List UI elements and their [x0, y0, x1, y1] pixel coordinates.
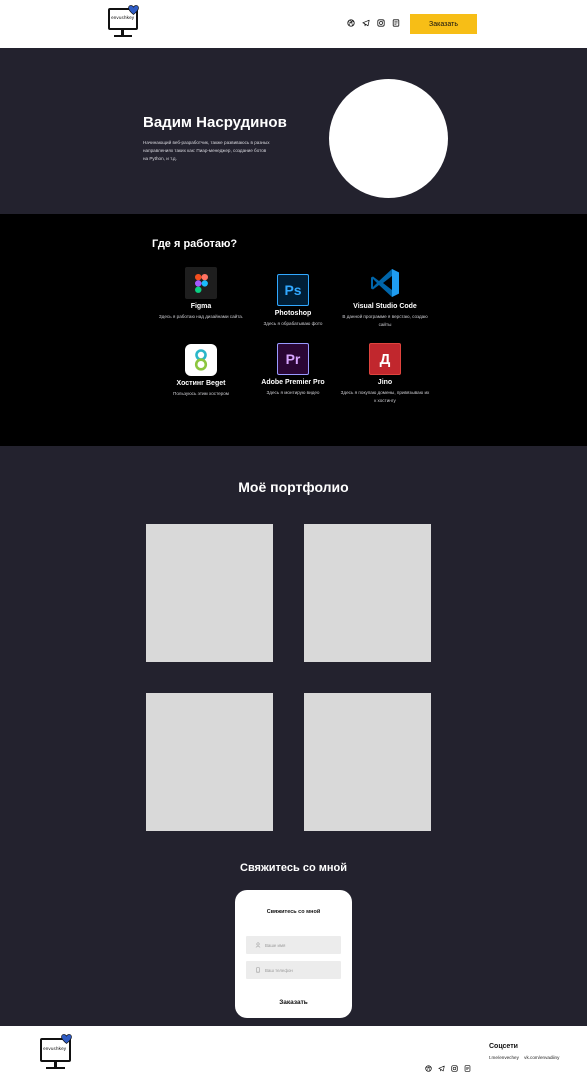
tool-description: Здесь я работаю над дизайнами сайта. — [158, 314, 244, 319]
tool-name: Photoshop — [274, 310, 312, 317]
photoshop-icon: Ps — [277, 274, 309, 306]
name-field-wrapper — [246, 936, 341, 954]
tool-description: Здесь я покупаю домены, привязываю их к … — [340, 390, 430, 403]
figma-icon — [185, 267, 217, 299]
portfolio-item[interactable] — [146, 524, 273, 662]
contact-form-title: Свяжитесь со мной — [266, 909, 321, 915]
tool-card-photoshop: Ps Photoshop Здесь я обрабатываю фото — [248, 274, 338, 328]
tools-title: Где я работаю? — [152, 238, 238, 250]
hero-name: Вадим Насрудинов — [143, 114, 287, 131]
logo-text: envushkey — [111, 16, 135, 21]
footer-social-links — [425, 1065, 471, 1072]
name-input[interactable] — [265, 942, 335, 948]
avatar — [329, 79, 448, 198]
tool-description: Пользуюсь этим хостером — [173, 391, 229, 396]
tool-name: Adobe Premier Pro — [261, 379, 325, 386]
behance-icon[interactable] — [464, 1065, 471, 1072]
telegram-icon[interactable] — [438, 1065, 445, 1072]
tool-card-beget: Хостинг Beget Пользуюсь этим хостером — [156, 344, 246, 398]
portfolio-title: Моё портфолио — [238, 479, 349, 495]
site-logo[interactable]: envushkey — [108, 5, 142, 39]
behance-icon[interactable] — [392, 19, 400, 27]
tool-name: Visual Studio Code — [353, 303, 417, 310]
hero-section: Вадим Насрудинов Начинающий веб-разработ… — [0, 48, 587, 214]
tool-card-premiere: Pr Adobe Premier Pro Здесь я монтирую ви… — [248, 343, 338, 397]
telegram-icon[interactable] — [362, 19, 370, 27]
jino-icon: Д — [369, 343, 401, 375]
telegram-link[interactable]: t.me/envechey — [489, 1055, 519, 1060]
tool-card-jino: Д Jino Здесь я покупаю домены, привязыва… — [340, 343, 430, 405]
hero-description: Начинающий веб-разработчик, также развив… — [143, 140, 270, 161]
logo-base — [114, 35, 132, 37]
user-icon — [255, 942, 261, 948]
contact-submit-button[interactable]: Заказать — [235, 999, 352, 1006]
tool-description: Здесь я обрабатываю фото — [263, 321, 323, 326]
tool-description: Здесь я монтирую видео — [266, 390, 320, 395]
site-footer: envushkey Соцсети t.me/envechey vk.com/e… — [0, 1026, 587, 1080]
phone-input[interactable] — [265, 967, 335, 973]
site-header: envushkey Заказать — [0, 0, 587, 48]
logo-base — [46, 1067, 65, 1069]
header-social-links — [347, 19, 400, 27]
portfolio-item[interactable] — [304, 524, 431, 662]
heart-icon — [128, 5, 139, 15]
beget-icon — [185, 344, 217, 376]
tool-card-vscode: Visual Studio Code В данной программе я … — [340, 267, 430, 329]
tool-name: Хостинг Beget — [176, 380, 226, 387]
vk-link[interactable]: vk.com/envadiiny — [524, 1055, 559, 1060]
portfolio-item[interactable] — [146, 693, 273, 831]
dribbble-icon[interactable] — [425, 1065, 432, 1072]
contact-form: Свяжитесь со мной Заказать — [235, 890, 352, 1018]
footer-socials-title: Соцсети — [489, 1043, 518, 1050]
phone-icon — [255, 967, 261, 973]
tool-name: Jino — [377, 379, 393, 386]
tool-description: В данной программе я верстаю, создаю сай… — [342, 314, 428, 327]
instagram-icon[interactable] — [377, 19, 385, 27]
contact-title: Свяжитесь со мной — [240, 862, 347, 874]
instagram-icon[interactable] — [451, 1065, 458, 1072]
logo-text: envushkey — [43, 1047, 67, 1052]
premiere-icon: Pr — [277, 343, 309, 375]
heart-icon — [61, 1034, 72, 1044]
tool-name: Figma — [190, 303, 212, 310]
vscode-icon — [369, 267, 401, 299]
dribbble-icon[interactable] — [347, 19, 355, 27]
tools-section: Где я работаю? Figma Здесь я работаю над… — [0, 214, 587, 446]
tool-card-figma: Figma Здесь я работаю над дизайнами сайт… — [156, 267, 246, 321]
footer-links: t.me/envechey vk.com/envadiiny — [489, 1055, 563, 1060]
portfolio-item[interactable] — [304, 693, 431, 831]
order-button[interactable]: Заказать — [410, 14, 477, 34]
phone-field-wrapper — [246, 961, 341, 979]
footer-logo[interactable]: envushkey — [40, 1034, 74, 1070]
